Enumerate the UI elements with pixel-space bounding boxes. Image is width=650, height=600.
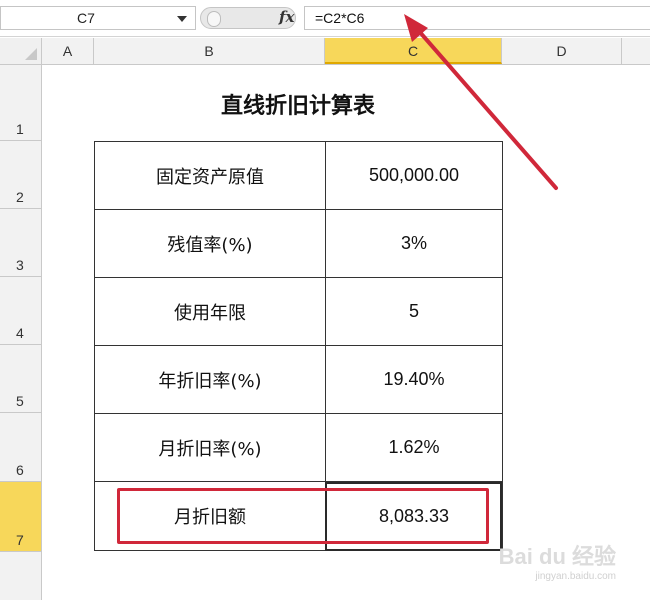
table-row: 残值率(%) 3% [94,209,503,278]
cell-c5[interactable]: 19.40% [325,345,503,414]
row-number: 3 [16,257,24,273]
row-number: 6 [16,462,24,478]
row-number: 4 [16,325,24,341]
sheet-title[interactable]: 直线折旧计算表 [94,88,502,120]
row-header-7[interactable]: 7 [0,482,42,552]
row-header-3[interactable]: 3 [0,209,42,277]
row-header-4[interactable]: 4 [0,277,42,345]
row-header-1[interactable]: 1 [0,65,42,141]
column-header-a[interactable]: A [42,38,94,64]
name-box-value: C7 [77,10,95,26]
table-row: 年折旧率(%) 19.40% [94,345,503,414]
row-number: 7 [16,532,24,548]
column-header-d[interactable]: D [502,38,622,64]
row-number: 2 [16,189,24,205]
watermark-url: jingyan.baidu.com [535,571,616,582]
row-header-filler [0,552,42,600]
table-row: 月折旧率(%) 1.62% [94,413,503,482]
row-number: 1 [16,121,24,137]
cell-b6[interactable]: 月折旧率(%) [94,413,326,482]
formula-text: =C2*C6 [315,10,365,26]
column-header-c[interactable]: C [325,38,502,64]
select-all-icon [25,48,37,60]
select-all-corner[interactable] [0,38,42,64]
formula-input[interactable]: =C2*C6 [304,6,650,30]
table-row: 月折旧额 8,083.33 [94,481,503,551]
row-header-6[interactable]: 6 [0,413,42,482]
name-box[interactable]: C7 [0,6,196,30]
table-row: 使用年限 5 [94,277,503,346]
table-row: 固定资产原值 500,000.00 [94,141,503,210]
row-header-5[interactable]: 5 [0,345,42,413]
cell-b3[interactable]: 残值率(%) [94,209,326,278]
cell-c6[interactable]: 1.62% [325,413,503,482]
formula-bar: C7 fx =C2*C6 [0,0,650,37]
cell-b7[interactable]: 月折旧额 [94,481,326,551]
depreciation-table: 固定资产原值 500,000.00 残值率(%) 3% 使用年限 5 年折旧率(… [94,141,503,551]
cell-b4[interactable]: 使用年限 [94,277,326,346]
cell-b2[interactable]: 固定资产原值 [94,141,326,210]
watermark-logo: Bai du 经验 [498,544,616,569]
column-header-row: A B C D [0,38,650,65]
cell-c2[interactable]: 500,000.00 [325,141,503,210]
row-number: 5 [16,393,24,409]
row-header-2[interactable]: 2 [0,141,42,209]
insert-function-icon[interactable]: fx [279,8,294,26]
column-header-b[interactable]: B [94,38,325,64]
cell-c4[interactable]: 5 [325,277,503,346]
cell-c3[interactable]: 3% [325,209,503,278]
watermark: Bai du 经验 jingyan.baidu.com [499,539,616,582]
grip-handle-icon[interactable] [207,11,221,27]
chevron-down-icon[interactable] [177,16,187,22]
cell-b5[interactable]: 年折旧率(%) [94,345,326,414]
cell-c7[interactable]: 8,083.33 [325,481,503,551]
